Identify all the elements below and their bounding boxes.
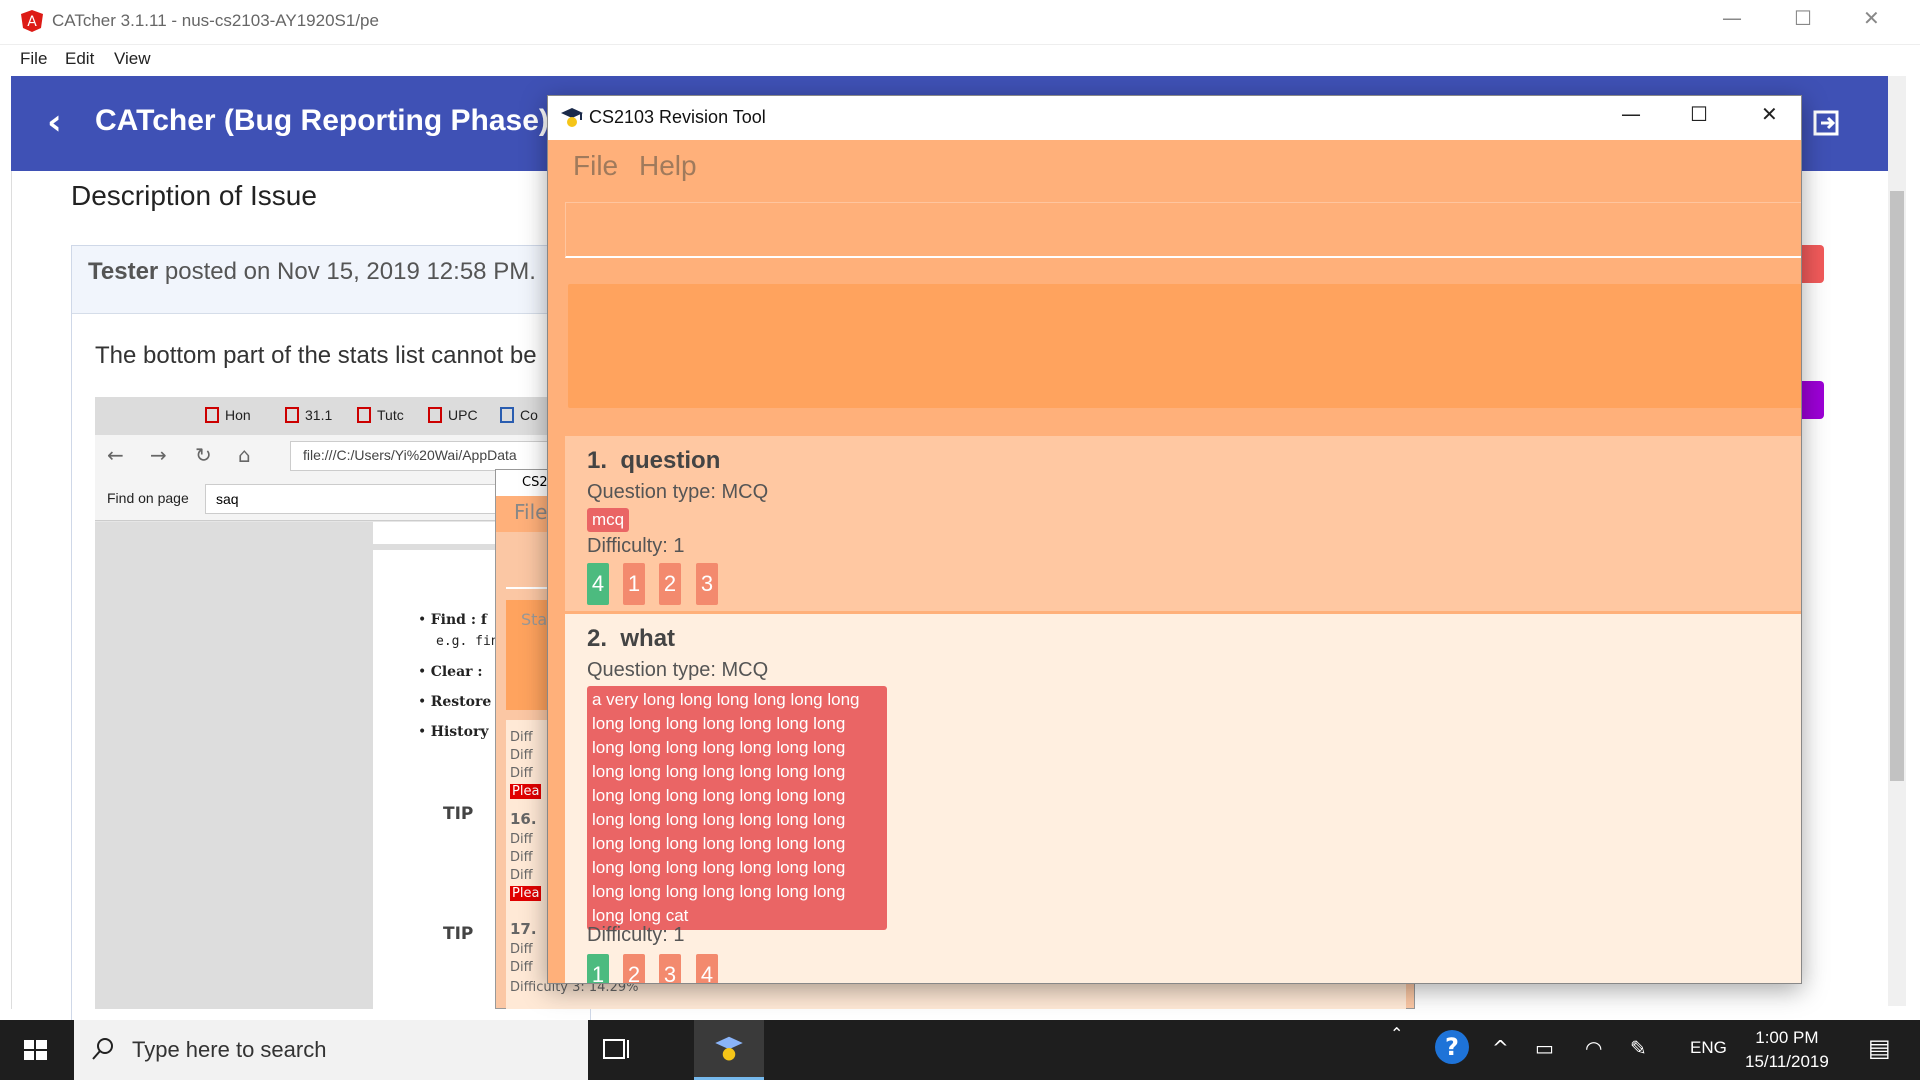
menu-view[interactable]: View: [114, 49, 151, 69]
flag-icon: [500, 407, 514, 423]
comment-author: Tester: [88, 258, 159, 285]
catcher-minimize-button[interactable]: —: [1722, 6, 1742, 30]
question-title: 1. question: [587, 447, 721, 474]
graduation-cap-icon: [561, 108, 583, 127]
revision-close-button[interactable]: ✕: [1761, 102, 1778, 126]
menu-file[interactable]: File: [20, 49, 47, 69]
back-arrow-icon[interactable]: ‹: [47, 102, 62, 143]
bullet-text: • History: [418, 724, 489, 740]
catcher-close-button[interactable]: ✕: [1863, 6, 1880, 30]
revision-maximize-button[interactable]: ☐: [1690, 102, 1708, 126]
question-type: Question type: MCQ: [587, 659, 769, 681]
screenshot-sidebar: [95, 522, 373, 1009]
screenshot-tab: UPC: [428, 407, 478, 423]
catcher-menubar: File Edit View: [0, 45, 1920, 75]
logout-icon[interactable]: [1811, 108, 1841, 138]
question-tag: a very long long long long long long lon…: [587, 686, 887, 930]
pdf-icon: [428, 407, 442, 423]
revision-menubar: File Help: [548, 140, 1801, 194]
revision-minimize-button[interactable]: —: [1621, 102, 1641, 126]
scrollbar-thumb[interactable]: [1890, 191, 1904, 781]
tip-label: TIP: [443, 804, 474, 824]
comment-text: The bottom part of the stats list cannot…: [95, 342, 537, 369]
screenshot-url: file:///C:/Users/Yi%20Wai/AppData: [290, 441, 590, 471]
catcher-window-title: CATcher 3.1.11 - nus-cs2103-AY1920S1/pe: [52, 11, 379, 30]
taskbar: Type here to search ⌃ ? ^ ▭ ◠ ✎ ENG 1:00…: [0, 1020, 1920, 1080]
comment-posted: posted on Nov 15, 2019 12:58 PM.: [158, 258, 536, 285]
graduation-cap-icon: [715, 1036, 743, 1061]
pdf-icon: [357, 407, 371, 423]
pdf-icon: [205, 407, 219, 423]
clock-time: 1:00 PM: [1755, 1028, 1819, 1047]
catcher-titlebar: A CATcher 3.1.11 - nus-cs2103-AY1920S1/p…: [0, 0, 1920, 45]
option-wrong: 3: [659, 954, 681, 983]
description-title: Description of Issue: [71, 180, 317, 211]
search-icon: [92, 1038, 113, 1060]
taskbar-revision-app[interactable]: [694, 1020, 764, 1080]
question-type: Question type: MCQ: [587, 481, 769, 503]
clock[interactable]: 1:00 PM 15/11/2019: [1745, 1026, 1829, 1074]
question-title: 2. what: [587, 625, 676, 652]
option-wrong: 2: [623, 954, 645, 983]
question-tag: mcq: [587, 508, 630, 532]
svg-text:A: A: [27, 14, 37, 30]
revision-menu-file[interactable]: File: [573, 150, 618, 182]
home-icon: ⌂: [238, 443, 251, 467]
bullet-text: • Restore: [418, 694, 492, 710]
catcher-scrollbar[interactable]: [1888, 76, 1906, 1006]
pen-icon[interactable]: ✎: [1630, 1036, 1647, 1060]
revision-window-title: CS2103 Revision Tool: [589, 107, 766, 127]
question-card[interactable]: 2. what Question type: MCQ a very long l…: [565, 614, 1801, 983]
comment-header: Tester posted on Nov 15, 2019 12:58 PM.: [72, 246, 592, 314]
refresh-icon: ↻: [195, 443, 212, 467]
bullet-text: • Clear :: [418, 664, 483, 680]
revision-menu-help[interactable]: Help: [639, 150, 697, 182]
battery-icon[interactable]: ▭: [1535, 1036, 1554, 1060]
show-hidden-icons-icon[interactable]: ^: [1492, 1036, 1509, 1060]
catcher-maximize-button[interactable]: ☐: [1794, 6, 1812, 30]
find-label: Find on page: [107, 490, 189, 506]
option-wrong: 2: [659, 563, 681, 605]
option-wrong: 4: [696, 954, 718, 983]
help-icon[interactable]: ?: [1435, 1030, 1469, 1064]
screenshot-tab: Tutc: [357, 407, 404, 423]
option-correct: 4: [587, 563, 609, 605]
clock-date: 15/11/2019: [1745, 1052, 1829, 1071]
pdf-icon: [285, 407, 299, 423]
windows-start-icon[interactable]: [0, 1020, 72, 1080]
search-placeholder: Type here to search: [132, 1037, 327, 1062]
screenshot-tab: Hon: [205, 407, 251, 423]
question-difficulty: Difficulty: 1: [587, 924, 685, 946]
language-indicator[interactable]: ENG: [1690, 1038, 1727, 1058]
wifi-icon[interactable]: ◠: [1585, 1036, 1602, 1060]
forward-icon: →: [150, 443, 167, 467]
taskbar-search[interactable]: Type here to search: [74, 1020, 588, 1080]
option-wrong: 3: [696, 563, 718, 605]
option-wrong: 1: [623, 563, 645, 605]
page-title: CATcher (Bug Reporting Phase): [95, 104, 549, 137]
catcher-logo-icon: A: [21, 10, 43, 32]
system-tray: ⌃ ? ^ ▭ ◠ ✎ ENG 1:00 PM 15/11/2019 ▤: [1390, 1020, 1920, 1080]
result-display: [568, 284, 1801, 408]
option-correct: 1: [587, 954, 609, 983]
question-difficulty: Difficulty: 1: [587, 535, 685, 557]
bullet-text: • Find : f: [418, 612, 487, 628]
menu-edit[interactable]: Edit: [65, 49, 94, 69]
revision-tool-window: CS2103 Revision Tool — ☐ ✕ File Help 1. …: [547, 95, 1802, 984]
chevron-up-icon[interactable]: ⌃: [1390, 1024, 1403, 1043]
command-input[interactable]: [565, 202, 1801, 258]
task-view-icon[interactable]: [600, 1032, 632, 1068]
tip-label: TIP: [443, 924, 474, 944]
screenshot-tab: Co: [500, 407, 538, 423]
bullet-text: e.g. fin: [436, 634, 499, 649]
screenshot-tab: 31.1: [285, 407, 332, 423]
notifications-icon[interactable]: ▤: [1868, 1034, 1891, 1062]
find-input: saq: [205, 484, 505, 514]
question-list[interactable]: 1. question Question type: MCQ mcq Diffi…: [565, 436, 1801, 983]
question-card[interactable]: 1. question Question type: MCQ mcq Diffi…: [565, 436, 1801, 611]
back-icon: ←: [107, 443, 124, 467]
revision-titlebar: CS2103 Revision Tool — ☐ ✕: [548, 96, 1801, 140]
